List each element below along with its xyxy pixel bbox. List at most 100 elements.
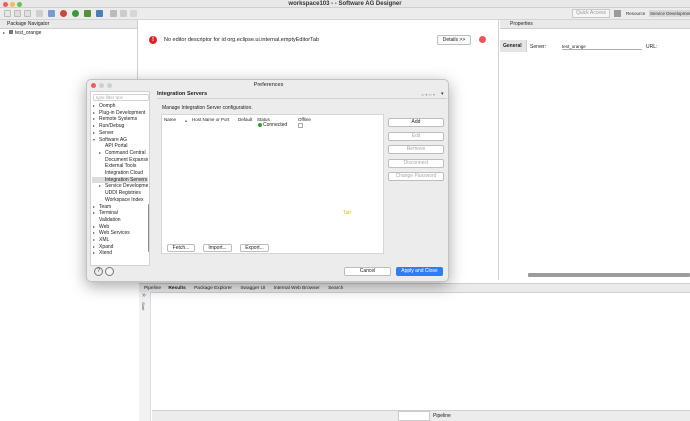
offline-checkbox[interactable]	[298, 123, 303, 128]
preference-tree-label: External Tools	[105, 163, 137, 170]
preference-tree-panel: type filter text ▸ Oomph ▸ Plug-in Developm…	[90, 91, 150, 266]
preference-tree-item[interactable]: External Tools	[92, 163, 148, 170]
footer-input[interactable]	[398, 411, 430, 421]
footer-pipeline-tab[interactable]: Pipeline	[433, 413, 451, 419]
tree-scrollbar[interactable]	[148, 204, 149, 252]
preference-tree-item[interactable]: Document Expansio	[92, 157, 149, 164]
server-value[interactable]: test_orange	[562, 44, 642, 50]
properties-general-section[interactable]: General	[500, 40, 527, 52]
export-button[interactable]: Export...	[240, 244, 269, 252]
preference-tree-item[interactable]: ▸ Xpand	[92, 244, 148, 251]
dialog-title: Preferences	[253, 82, 284, 88]
tab-package-explorer[interactable]: Package Explorer	[194, 286, 232, 291]
quick-access-input[interactable]: Quick Access	[572, 9, 610, 18]
perspective-resource[interactable]: Resource	[626, 10, 645, 17]
add-button[interactable]: Add	[388, 118, 444, 127]
preference-tree-label: Plug-in Development	[99, 109, 146, 116]
preference-tree-label: Software AG	[99, 136, 128, 143]
tab-swagger-ui[interactable]: Swagger UI	[240, 286, 265, 291]
import-export-icon[interactable]	[105, 267, 114, 276]
navigate-forward-icon[interactable]	[120, 10, 127, 17]
run-icon[interactable]	[72, 10, 79, 17]
filter-input[interactable]: type filter text	[93, 94, 149, 101]
horizontal-scrollbar[interactable]	[528, 273, 690, 277]
preference-tree-item[interactable]: ▸ Plug-in Development	[92, 110, 148, 117]
view-menu-arrow-icon[interactable]: ▾	[441, 91, 444, 97]
back-forward-icon[interactable]: ⇦ ▾ ⇨ ▾	[421, 92, 435, 97]
open-perspective-icon[interactable]	[614, 10, 621, 17]
window-minimize-icon[interactable]	[10, 1, 15, 7]
main-toolbar: Quick Access Resource Service Developmen…	[0, 8, 690, 20]
cancel-button[interactable]: Cancel	[344, 267, 391, 276]
preference-tree-item[interactable]: ▸ Server	[92, 130, 148, 137]
properties-tab-label: Properties	[510, 21, 533, 27]
fetch-button[interactable]: Fetch...	[167, 244, 195, 252]
preference-tree-item[interactable]: ▸ Team	[92, 204, 148, 211]
preference-tree-item[interactable]: ▾ Software AG	[92, 137, 148, 144]
search-icon[interactable]	[96, 10, 103, 17]
preference-tree-item[interactable]: Validation	[92, 217, 148, 224]
disconnect-button[interactable]: Disconnect	[388, 158, 444, 168]
error-icon: !	[149, 36, 157, 44]
remove-button[interactable]: Remove	[388, 145, 444, 154]
preference-tree-item[interactable]: Workspace Index	[92, 197, 148, 204]
window-zoom-icon[interactable]	[17, 1, 22, 7]
preference-tree-item[interactable]: UDDI Registries	[92, 190, 148, 197]
preference-tree-label: Web	[99, 223, 110, 230]
preference-tree-item[interactable]: ▸ XML	[92, 237, 148, 244]
window-close-icon[interactable]	[3, 1, 8, 7]
tab-results[interactable]: Results	[168, 286, 185, 291]
properties-tab[interactable]: Properties	[500, 20, 690, 29]
step-icon[interactable]	[48, 10, 55, 17]
preference-tree-item[interactable]: Integration Servers	[92, 176, 148, 184]
preference-tree-item[interactable]: ▸ Run/Debug	[92, 123, 148, 130]
preference-tree-label: Run/Debug	[99, 123, 125, 130]
preference-tree-label: UDDI Registries	[105, 190, 141, 197]
preference-tree-label: Terminal	[99, 210, 118, 217]
details-button[interactable]: Details >>	[437, 35, 471, 45]
preference-tree-item[interactable]: ▸ Web	[92, 224, 148, 231]
stop-icon[interactable]	[60, 10, 67, 17]
preference-tree-item[interactable]: ▸ Service Developme	[92, 183, 148, 190]
help-icon[interactable]: ?	[94, 267, 103, 276]
preference-tree-label: Integration Servers	[105, 176, 148, 183]
import-button[interactable]: Import...	[203, 244, 232, 252]
navigate-back-icon[interactable]	[110, 10, 117, 17]
change-password-button[interactable]: Change Password	[388, 172, 444, 181]
preference-tree-item[interactable]: ▸ Web Services	[92, 230, 148, 237]
preference-tree-item[interactable]: ▸ Xtend	[92, 250, 148, 257]
error-log-icon[interactable]	[479, 36, 486, 43]
history-icon[interactable]	[130, 10, 137, 17]
preference-tree-item[interactable]: API Portal	[92, 143, 148, 150]
bottom-tab-bar: Pipeline Results Package Explorer Swagge…	[139, 284, 690, 293]
preference-tree-item[interactable]: ▸ Command Central	[92, 150, 148, 157]
package-navigator-tab[interactable]: Package Navigator	[0, 20, 137, 29]
page-title: Integration Servers	[157, 91, 208, 97]
navigator-tree-item[interactable]: ▸ test_orange	[0, 29, 137, 37]
preference-tree-label: Web Services	[99, 230, 130, 237]
print-icon[interactable]	[24, 10, 31, 17]
server-icon	[9, 30, 13, 34]
preference-tree-item[interactable]: Integration Cloud	[92, 170, 148, 177]
preference-tree-label: Validation	[99, 216, 121, 223]
url-label: URL:	[646, 44, 658, 50]
edit-button[interactable]: Edit	[388, 131, 444, 141]
new-icon[interactable]	[4, 10, 11, 17]
tab-search[interactable]: Search	[328, 286, 343, 291]
window-title-bar: workspace103 - - Software AG Designer	[0, 0, 690, 8]
preference-tree-item[interactable]: ▸ Oomph	[92, 103, 148, 110]
page-description: Manage Integration Server configuration.	[162, 105, 253, 111]
preference-tree-item[interactable]: ▸ Remote Systems	[92, 116, 148, 123]
save-icon[interactable]	[14, 10, 21, 17]
build-icon[interactable]	[36, 10, 43, 17]
preference-tree-label: Command Central	[105, 149, 146, 156]
apply-and-close-button[interactable]: Apply and Close	[396, 267, 443, 276]
perspective-service-development[interactable]: Service Development	[649, 10, 690, 17]
preference-tree-item[interactable]: ▸ Terminal	[92, 210, 148, 217]
debug-icon[interactable]	[84, 10, 91, 17]
tab-internal-web-browser[interactable]: Internal Web Browser	[274, 286, 320, 291]
editor-error-message: No editor descriptor for id org.eclipse.…	[164, 37, 319, 43]
tab-pipeline[interactable]: Pipeline	[144, 286, 161, 291]
expand-icon[interactable]: »	[142, 292, 146, 299]
preference-tree-label: Team	[99, 203, 112, 210]
